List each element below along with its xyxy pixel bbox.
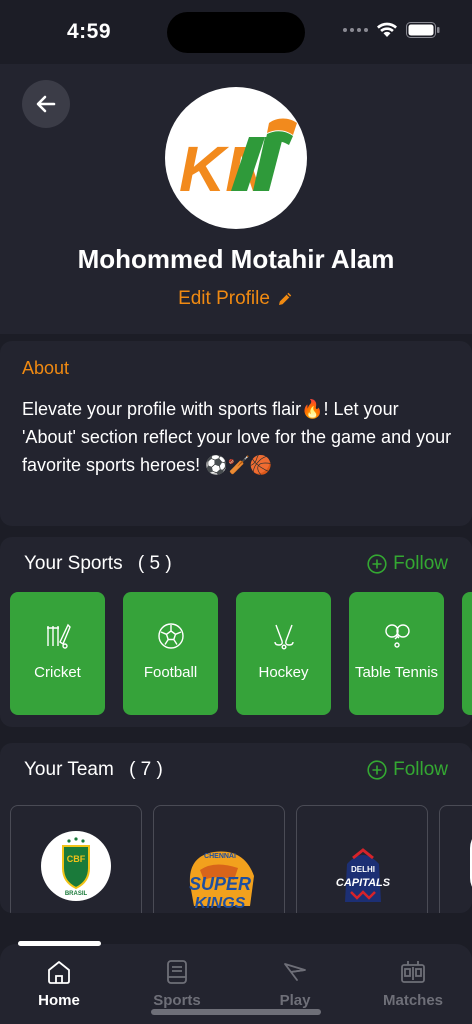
teams-follow-button[interactable]: Follow xyxy=(367,759,448,781)
cricket-icon xyxy=(46,623,71,649)
profile-header: KN Mohommed Motahir Alam Edit Profile xyxy=(0,64,472,334)
svg-text:SUPER: SUPER xyxy=(189,874,251,894)
svg-text:DELHI: DELHI xyxy=(351,865,375,874)
sports-follow-button[interactable]: Follow xyxy=(367,553,448,575)
home-indicator xyxy=(151,1009,321,1015)
wifi-icon xyxy=(377,22,397,37)
delhi-team-logo: DELHI CAPITALS xyxy=(336,848,391,902)
sports-count: ( 5 ) xyxy=(137,553,172,574)
team-card-partial[interactable] xyxy=(439,805,472,913)
football-icon xyxy=(157,623,184,649)
active-tab-indicator xyxy=(18,941,101,946)
kn-logo: KN xyxy=(179,118,297,205)
chennai-team-logo: CHENNAI SUPER KINGS xyxy=(189,851,254,912)
book-icon xyxy=(167,960,187,984)
tab-label: Sports xyxy=(153,992,201,1009)
svg-text:CHENNAI: CHENNAI xyxy=(204,853,236,860)
sport-label: Cricket xyxy=(34,664,81,681)
brasil-team-logo: CBF BRASIL xyxy=(41,831,111,901)
sport-tile-partial[interactable] xyxy=(462,592,472,715)
svg-text:CBF: CBF xyxy=(67,854,86,864)
tab-sports[interactable]: Sports xyxy=(118,958,236,1009)
sports-card: Your Sports ( 5 ) Follow Cricket Footbal… xyxy=(0,537,472,727)
sport-tile-cricket[interactable]: Cricket xyxy=(10,592,105,715)
teams-title: Your Team xyxy=(24,759,114,780)
svg-text:BRASIL: BRASIL xyxy=(65,891,88,897)
cellular-signal-icon xyxy=(343,28,368,32)
dynamic-island xyxy=(167,12,305,53)
status-icons xyxy=(343,22,440,38)
teams-card: Your Team ( 7 ) Follow CBF BRASIL CHENNA… xyxy=(0,743,472,913)
scoreboard-icon xyxy=(401,961,425,983)
home-icon xyxy=(48,961,70,984)
sport-label: Hockey xyxy=(258,664,309,681)
tab-play[interactable]: Play xyxy=(236,958,354,1009)
teams-follow-label: Follow xyxy=(393,759,448,780)
sport-tile-football[interactable]: Football xyxy=(123,592,218,715)
plus-circle-icon xyxy=(367,760,387,780)
status-bar: 4:59 xyxy=(0,0,472,64)
about-card: About Elevate your profile with sports f… xyxy=(0,341,472,526)
battery-icon xyxy=(406,22,440,38)
teams-count: ( 7 ) xyxy=(129,759,163,780)
team-card-brasil[interactable]: CBF BRASIL xyxy=(10,805,142,913)
sport-tile-table-tennis[interactable]: Table Tennis xyxy=(349,592,444,715)
sports-title: Your Sports xyxy=(24,553,123,574)
sports-section-title: Your Sports ( 5 ) xyxy=(24,553,172,575)
tab-matches[interactable]: Matches xyxy=(354,958,472,1009)
teams-section-title: Your Team ( 7 ) xyxy=(24,759,163,781)
tab-home[interactable]: Home xyxy=(0,958,118,1009)
tab-label: Home xyxy=(38,992,80,1009)
profile-name: Mohommed Motahir Alam xyxy=(77,244,395,274)
status-time: 4:59 xyxy=(67,20,112,43)
sport-tile-hockey[interactable]: Hockey xyxy=(236,592,331,715)
about-text: Elevate your profile with sports flair🔥!… xyxy=(22,399,452,475)
svg-text:KINGS: KINGS xyxy=(195,895,246,912)
sports-follow-label: Follow xyxy=(393,553,448,574)
hockey-icon xyxy=(273,624,294,650)
edit-profile-link[interactable]: Edit Profile xyxy=(0,288,472,310)
tab-label: Play xyxy=(279,992,311,1009)
team-card-chennai[interactable]: CHENNAI SUPER KINGS xyxy=(153,805,285,913)
edit-profile-label: Edit Profile xyxy=(178,288,270,309)
svg-text:CAPITALS: CAPITALS xyxy=(336,877,391,889)
profile-avatar[interactable]: KN xyxy=(165,87,307,229)
paper-plane-icon xyxy=(284,963,306,981)
pencil-icon xyxy=(278,292,292,305)
team-card-delhi[interactable]: DELHI CAPITALS xyxy=(296,805,428,913)
tab-label: Matches xyxy=(382,992,444,1009)
about-title: About xyxy=(22,358,70,378)
arrow-left-icon xyxy=(36,95,56,113)
plus-circle-icon xyxy=(367,554,387,574)
sport-label: Table Tennis xyxy=(354,664,439,681)
table-tennis-icon xyxy=(384,624,410,648)
sport-label: Football xyxy=(143,664,198,681)
back-button[interactable] xyxy=(22,80,70,128)
